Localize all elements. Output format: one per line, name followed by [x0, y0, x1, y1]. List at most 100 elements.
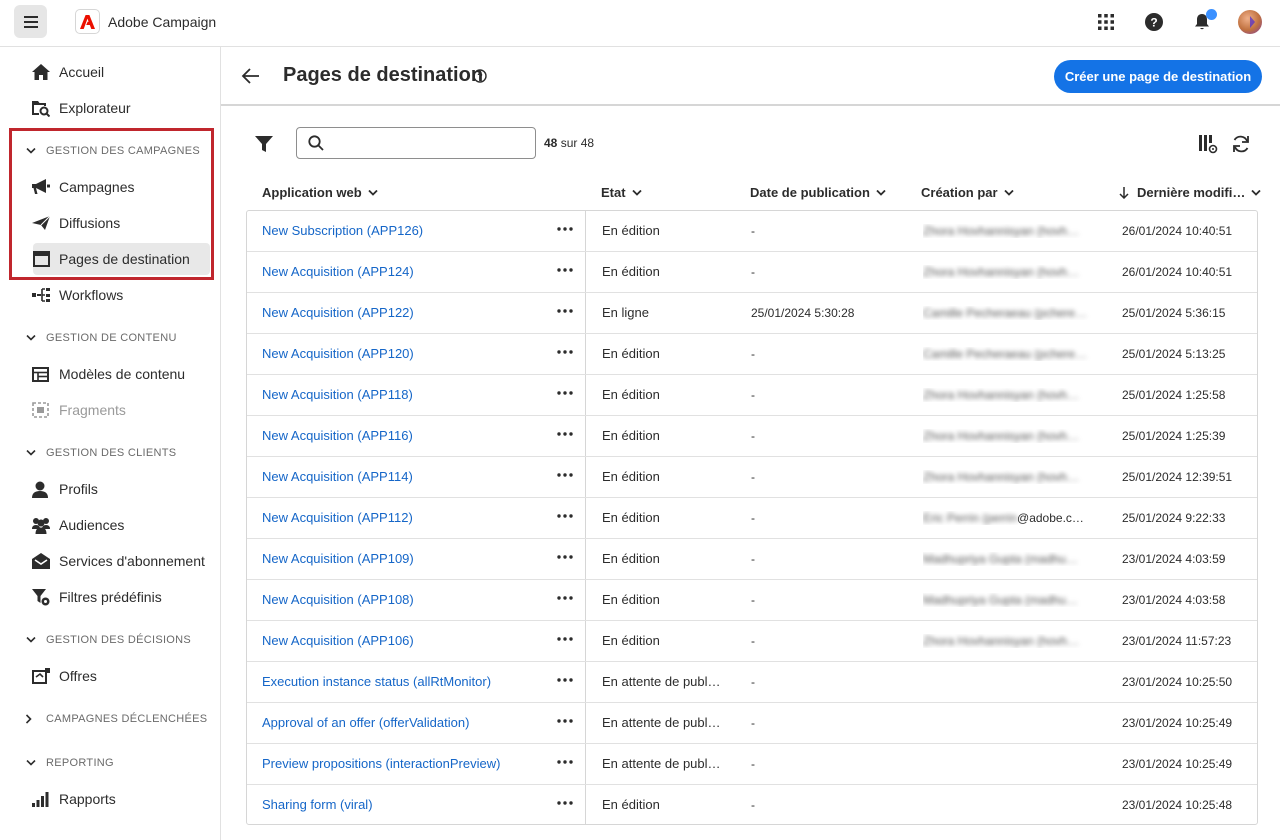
- search-input[interactable]: [333, 132, 528, 154]
- sidebar-item-rapports[interactable]: Rapports: [24, 783, 210, 815]
- section-campagnes-declenchees[interactable]: CAMPAGNES DÉCLENCHÉES: [24, 709, 207, 729]
- web-app-link[interactable]: New Acquisition (APP118): [262, 387, 413, 402]
- search-icon: [308, 135, 324, 151]
- web-app-link[interactable]: Preview propositions (interactionPreview…: [262, 756, 500, 771]
- more-actions-button[interactable]: [555, 303, 575, 319]
- menu-toggle-button[interactable]: [14, 5, 47, 38]
- avatar-image: [1250, 16, 1255, 28]
- sidebar-item-services-abonnement[interactable]: Services d'abonnement: [24, 545, 210, 577]
- sidebar-item-audiences[interactable]: Audiences: [24, 509, 210, 541]
- last-modified-cell: 25/01/2024 12:39:51: [1122, 470, 1233, 484]
- publication-date-cell: -: [751, 470, 755, 484]
- table-row[interactable]: New Acquisition (APP108) En édition - Madhu…: [247, 580, 1257, 621]
- section-gestion-des-decisions[interactable]: GESTION DES DÉCISIONS: [24, 630, 191, 650]
- more-actions-button[interactable]: [555, 467, 575, 483]
- sidebar-item-profils[interactable]: Profils: [24, 473, 210, 505]
- more-actions-button[interactable]: [555, 590, 575, 606]
- web-app-link[interactable]: New Acquisition (APP120): [262, 346, 414, 361]
- created-by-cell: Eric Perrin (perrin@adobe.c…: [923, 511, 1093, 525]
- sidebar-item-offres[interactable]: Offres: [24, 660, 210, 692]
- more-actions-button[interactable]: [555, 754, 575, 770]
- section-gestion-des-campagnes[interactable]: GESTION DES CAMPAGNES: [24, 141, 200, 161]
- more-actions-button[interactable]: [555, 713, 575, 729]
- more-actions-button[interactable]: [555, 672, 575, 688]
- sidebar-item-modeles-de-contenu[interactable]: Modèles de contenu: [24, 358, 210, 390]
- sidebar-item-diffusions[interactable]: Diffusions: [24, 207, 210, 239]
- table-row[interactable]: New Acquisition (APP122) En ligne 25/01/20…: [247, 293, 1257, 334]
- more-actions-button[interactable]: [555, 221, 575, 237]
- column-header-date-publication[interactable]: Date de publication: [750, 185, 886, 200]
- publication-date-cell: -: [751, 265, 755, 279]
- sidebar-item-campagnes[interactable]: Campagnes: [24, 171, 210, 203]
- column-header-label: Date de publication: [750, 185, 870, 200]
- sidebar-item-pages-de-destination[interactable]: Pages de destination: [33, 243, 210, 275]
- more-actions-button[interactable]: [555, 549, 575, 565]
- more-actions-button[interactable]: [555, 426, 575, 442]
- grid-icon: [1098, 14, 1114, 30]
- table-row[interactable]: New Acquisition (APP114) En édition - Zhora…: [247, 457, 1257, 498]
- table-row[interactable]: New Acquisition (APP109) En édition - Madhu…: [247, 539, 1257, 580]
- column-settings-icon[interactable]: [1198, 134, 1218, 154]
- sidebar-item-accueil[interactable]: Accueil: [24, 56, 210, 88]
- sidebar-item-workflows[interactable]: Workflows: [24, 279, 210, 311]
- refresh-icon[interactable]: [1231, 134, 1251, 154]
- table-row[interactable]: Execution instance status (allRtMonitor)…: [247, 662, 1257, 703]
- table-row[interactable]: New Subscription (APP126) En édition - Zhor…: [247, 211, 1257, 252]
- column-header-derniere-modification[interactable]: Dernière modifi…: [1119, 185, 1261, 200]
- table-row[interactable]: Sharing form (viral) En édition - 23/01/202…: [247, 785, 1257, 824]
- author-email-domain: @adobe.c…: [1017, 511, 1084, 525]
- last-modified-cell: 23/01/2024 10:25:49: [1122, 716, 1233, 730]
- column-header-label: Application web: [262, 185, 362, 200]
- table-row[interactable]: New Acquisition (APP124) En édition - Zhora…: [247, 252, 1257, 293]
- adobe-logo[interactable]: [75, 9, 100, 34]
- web-app-link[interactable]: New Acquisition (APP124): [262, 264, 414, 279]
- more-actions-button[interactable]: [555, 344, 575, 360]
- last-modified-cell: 23/01/2024 10:25:48: [1122, 798, 1233, 812]
- web-app-link[interactable]: New Acquisition (APP122): [262, 305, 414, 320]
- search-field[interactable]: [296, 127, 536, 159]
- table-row[interactable]: New Acquisition (APP118) En édition - Zhora…: [247, 375, 1257, 416]
- more-actions-button[interactable]: [555, 631, 575, 647]
- sidebar-item-label: Explorateur: [59, 100, 131, 116]
- user-avatar[interactable]: [1238, 10, 1262, 34]
- column-header-etat[interactable]: Etat: [601, 185, 642, 200]
- web-app-link[interactable]: New Acquisition (APP109): [262, 551, 414, 566]
- table-row[interactable]: New Acquisition (APP112) En édition - Eric …: [247, 498, 1257, 539]
- more-actions-button[interactable]: [555, 262, 575, 278]
- web-app-link[interactable]: New Acquisition (APP114): [262, 469, 413, 484]
- web-app-link[interactable]: New Acquisition (APP112): [262, 510, 413, 525]
- table-row[interactable]: New Acquisition (APP120) En édition - Camil…: [247, 334, 1257, 375]
- column-header-application-web[interactable]: Application web: [262, 185, 378, 200]
- column-header-creation-par[interactable]: Création par: [921, 185, 1014, 200]
- info-help-icon[interactable]: ?: [473, 69, 487, 83]
- app-switcher-button[interactable]: [1095, 11, 1117, 33]
- section-gestion-de-contenu[interactable]: GESTION DE CONTENU: [24, 328, 177, 348]
- web-app-link[interactable]: Sharing form (viral): [262, 797, 373, 812]
- sidebar-item-filtres-predefinis[interactable]: Filtres prédéfinis: [24, 581, 210, 613]
- table-row[interactable]: New Acquisition (APP106) En édition - Zhora…: [247, 621, 1257, 662]
- web-app-link[interactable]: New Subscription (APP126): [262, 223, 423, 238]
- notifications-button[interactable]: [1191, 9, 1217, 33]
- more-actions-button[interactable]: [555, 508, 575, 524]
- create-landing-page-button[interactable]: Créer une page de destination: [1054, 60, 1262, 93]
- filter-toggle-icon[interactable]: [255, 135, 273, 153]
- more-actions-button[interactable]: [555, 385, 575, 401]
- help-button[interactable]: ?: [1143, 11, 1165, 33]
- sidebar-item-explorateur[interactable]: Explorateur: [24, 92, 210, 124]
- publication-date-cell: -: [751, 798, 755, 812]
- web-app-link[interactable]: New Acquisition (APP106): [262, 633, 414, 648]
- table-row[interactable]: Approval of an offer (offerValidation) En…: [247, 703, 1257, 744]
- web-app-link[interactable]: New Acquisition (APP116): [262, 428, 413, 443]
- table-row[interactable]: New Acquisition (APP116) En édition - Zhora…: [247, 416, 1257, 457]
- web-app-link[interactable]: Execution instance status (allRtMonitor): [262, 674, 491, 689]
- more-actions-button[interactable]: [555, 795, 575, 811]
- ellipsis-icon: [557, 719, 573, 723]
- web-app-link[interactable]: New Acquisition (APP108): [262, 592, 414, 607]
- web-app-link[interactable]: Approval of an offer (offerValidation): [262, 715, 469, 730]
- table-row[interactable]: Preview propositions (interactionPreview…: [247, 744, 1257, 785]
- back-arrow-icon[interactable]: [241, 66, 261, 86]
- section-gestion-des-clients[interactable]: GESTION DES CLIENTS: [24, 443, 176, 463]
- sidebar-item-fragments[interactable]: Fragments: [24, 394, 210, 426]
- section-reporting[interactable]: REPORTING: [24, 753, 114, 773]
- created-by-cell: Camille Pecheraeau (pchere…: [923, 347, 1093, 361]
